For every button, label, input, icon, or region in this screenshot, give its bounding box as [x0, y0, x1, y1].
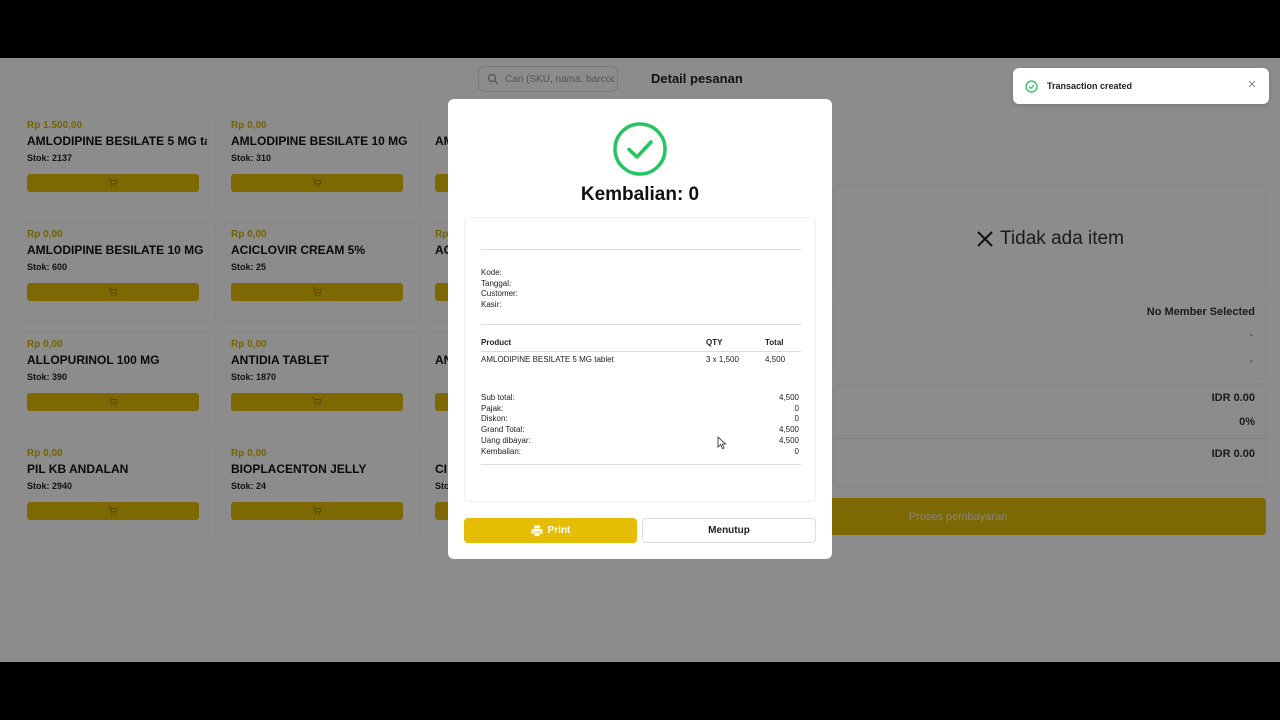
close-button[interactable]: Menutup	[642, 518, 816, 543]
sub-total-value: 4,500	[778, 393, 799, 402]
diskon-value: 0	[794, 414, 799, 424]
uang-dibayar-value: 4,500	[778, 435, 799, 445]
receipt-tanggal: Tanggal:	[481, 278, 512, 288]
kembalian-label: Kembalian:	[481, 446, 522, 456]
pajak-value: 0	[794, 403, 799, 413]
receipt-kasir: Kasir:	[481, 299, 502, 309]
receipt: Kode: Tanggal: Customer: Kasir: Product …	[464, 217, 816, 502]
line-item-qty: 3 x 1,500	[706, 355, 739, 364]
receipt-divider	[481, 324, 801, 325]
change-title: Kembalian: 0	[580, 184, 700, 205]
printer-icon	[531, 525, 543, 537]
grand-total-label: Grand Total:	[481, 425, 525, 435]
print-button[interactable]: Print	[464, 518, 637, 543]
col-header-product: Product	[481, 338, 512, 347]
toast-notification: Transaction created	[1013, 68, 1269, 104]
mouse-cursor-icon	[717, 436, 727, 450]
close-label: Menutup	[708, 525, 750, 536]
summary-values: 4,500 0 0 4,500 4,500 0	[779, 393, 799, 457]
receipt-divider	[481, 351, 801, 352]
col-header-qty: QTY	[706, 338, 723, 347]
col-header-total: Total	[765, 338, 784, 347]
toast-close-icon[interactable]	[1247, 79, 1257, 89]
receipt-modal: Kembalian: 0 Kode: Tanggal: Customer: Ka…	[448, 99, 832, 559]
summary-labels: Sub total: Pajak: Diskon: Grand Total: U…	[481, 393, 531, 457]
toast-message: Transaction created	[1047, 81, 1133, 91]
grand-total-value: 4,500	[778, 425, 799, 435]
line-item-total: 4,500	[765, 355, 786, 364]
receipt-divider	[481, 464, 801, 465]
receipt-meta: Kode: Tanggal: Customer: Kasir:	[481, 268, 518, 310]
sub-total-label: Sub total:	[481, 393, 515, 402]
check-circle-icon	[613, 122, 667, 176]
print-label: Print	[547, 525, 571, 536]
diskon-label: Diskon:	[481, 414, 508, 424]
receipt-customer: Customer:	[481, 289, 518, 298]
letterbox-bottom	[0, 662, 1280, 720]
success-icon	[1025, 79, 1038, 93]
letterbox-top	[0, 0, 1280, 58]
receipt-divider	[481, 249, 801, 250]
pajak-label: Pajak:	[481, 403, 504, 413]
line-item-product: AMLODIPINE BESILATE 5 MG tablet	[481, 355, 614, 364]
kembalian-value: 0	[794, 446, 799, 456]
receipt-kode: Kode:	[481, 268, 502, 277]
pos-app: Cari (SKU, nama, barcode) Detail pesanan…	[0, 58, 1280, 662]
uang-dibayar-label: Uang dibayar:	[481, 435, 531, 445]
